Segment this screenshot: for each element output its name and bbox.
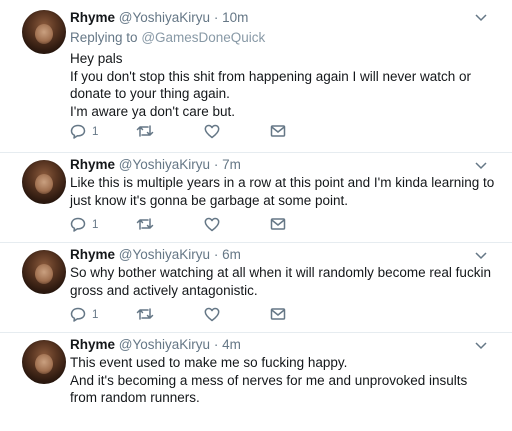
reply-icon [70, 124, 86, 139]
avatar[interactable] [22, 10, 66, 54]
tweet-line: If you don't stop this shit from happeni… [70, 68, 472, 102]
retweet-icon [136, 218, 154, 230]
dm-button[interactable] [270, 124, 286, 138]
tweet-line: Like this is multiple years in a row at … [70, 175, 495, 208]
display-name[interactable]: Rhyme [70, 157, 115, 172]
separator-dot: · [213, 157, 219, 172]
envelope-icon [270, 218, 286, 230]
replying-to-link[interactable]: @GamesDoneQuick [141, 30, 265, 45]
heart-icon [204, 307, 220, 322]
tweet-line: And it's becoming a mess of nerves for m… [70, 372, 468, 406]
tweet-actions: 1 [70, 307, 310, 323]
tweet-text: So why bother watching at all when it wi… [70, 264, 495, 299]
chevron-down-icon[interactable] [474, 341, 488, 351]
like-button[interactable] [204, 124, 220, 139]
heart-icon [204, 217, 220, 232]
reply-count: 1 [92, 218, 99, 231]
display-name[interactable]: Rhyme [70, 337, 115, 352]
reply-icon [70, 307, 86, 322]
tweet-header: Rhyme @YoshiyaKiryu · 6m [70, 247, 241, 262]
tweet-actions: 1 [70, 217, 310, 233]
timestamp[interactable]: 7m [222, 157, 241, 172]
tweet-line: I'm aware ya don't care but. [70, 103, 235, 119]
tweet[interactable]: Rhyme @YoshiyaKiryu · 4m This event used… [0, 332, 512, 431]
tweet[interactable]: Rhyme @YoshiyaKiryu · 7m Like this is mu… [0, 152, 512, 243]
chevron-down-icon[interactable] [474, 251, 488, 261]
tweet-line: So why bother watching at all when it wi… [70, 265, 491, 298]
reply-button[interactable]: 1 [70, 217, 98, 232]
chevron-down-icon[interactable] [474, 13, 488, 23]
tweet-text: Hey pals If you don't stop this shit fro… [70, 50, 495, 120]
avatar[interactable] [22, 250, 66, 294]
tweet-header: Rhyme @YoshiyaKiryu · 7m [70, 157, 241, 172]
avatar[interactable] [22, 160, 66, 204]
reply-button[interactable]: 1 [70, 307, 98, 322]
tweet-header: Rhyme @YoshiyaKiryu · 10m [70, 10, 248, 25]
dm-button[interactable] [270, 307, 286, 321]
display-name[interactable]: Rhyme [70, 10, 115, 25]
retweet-icon [136, 125, 154, 137]
dm-button[interactable] [270, 217, 286, 231]
timestamp[interactable]: 4m [222, 337, 241, 352]
replying-prefix: Replying to [70, 30, 138, 45]
tweet-text: This event used to make me so fucking ha… [70, 354, 495, 407]
retweet-button[interactable] [136, 124, 154, 138]
separator-dot: · [213, 10, 219, 25]
user-handle[interactable]: @YoshiyaKiryu [119, 247, 210, 262]
like-button[interactable] [204, 307, 220, 322]
tweet-actions: 1 [70, 124, 310, 140]
reply-count: 1 [92, 308, 99, 321]
heart-icon [204, 124, 220, 139]
user-handle[interactable]: @YoshiyaKiryu [119, 157, 210, 172]
tweet-text: Like this is multiple years in a row at … [70, 174, 495, 209]
retweet-button[interactable] [136, 307, 154, 321]
separator-dot: · [213, 337, 219, 352]
tweet-line: Hey pals [70, 51, 123, 66]
user-handle[interactable]: @YoshiyaKiryu [119, 337, 210, 352]
tweet-header: Rhyme @YoshiyaKiryu · 4m [70, 337, 241, 352]
timestamp[interactable]: 10m [222, 10, 248, 25]
reply-icon [70, 217, 86, 232]
tweet-line: This event used to make me so fucking ha… [70, 355, 348, 370]
separator-dot: · [213, 247, 219, 262]
envelope-icon [270, 125, 286, 137]
retweet-button[interactable] [136, 217, 154, 231]
chevron-down-icon[interactable] [474, 161, 488, 171]
avatar[interactable] [22, 340, 66, 384]
reply-count: 1 [92, 125, 99, 138]
like-button[interactable] [204, 217, 220, 232]
reply-button[interactable]: 1 [70, 124, 98, 139]
replying-to: Replying to @GamesDoneQuick [70, 30, 265, 45]
display-name[interactable]: Rhyme [70, 247, 115, 262]
tweet[interactable]: Rhyme @YoshiyaKiryu · 6m So why bother w… [0, 242, 512, 333]
timestamp[interactable]: 6m [222, 247, 241, 262]
envelope-icon [270, 308, 286, 320]
user-handle[interactable]: @YoshiyaKiryu [119, 10, 210, 25]
tweet[interactable]: Rhyme @YoshiyaKiryu · 10m Replying to @G… [0, 0, 512, 153]
retweet-icon [136, 308, 154, 320]
